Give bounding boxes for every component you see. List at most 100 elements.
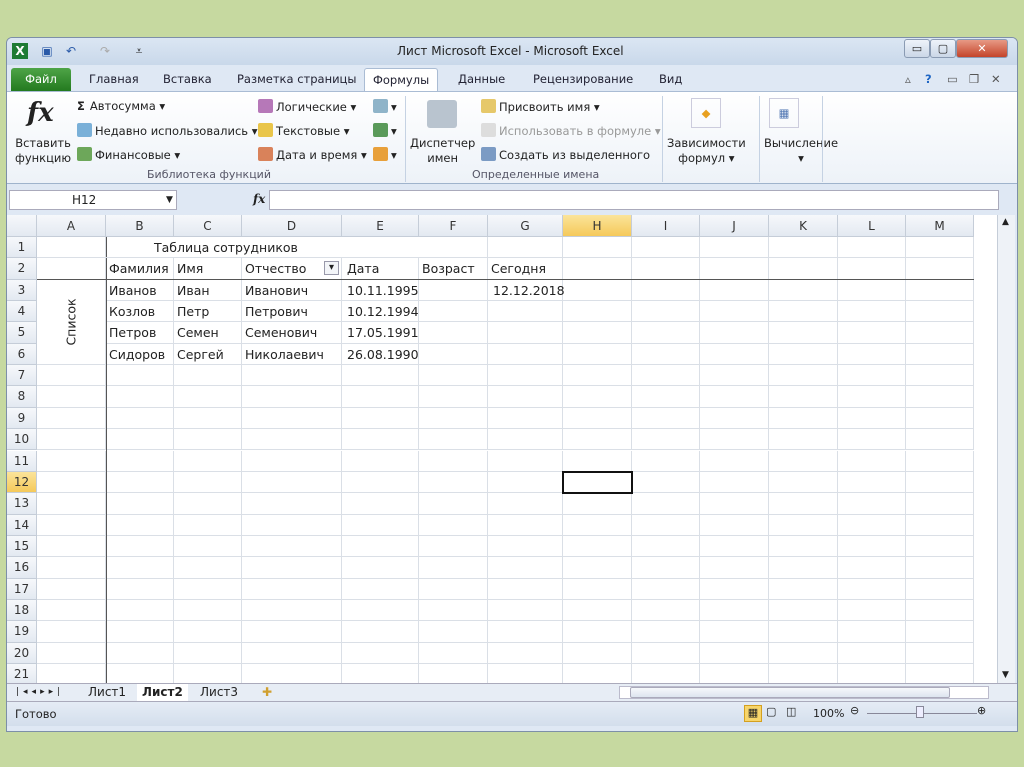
cell-B14[interactable] <box>106 514 174 536</box>
cell-A12[interactable] <box>37 471 106 494</box>
collapse-ribbon-icon[interactable]: ▵ <box>897 68 919 91</box>
cell-J6[interactable] <box>700 343 769 366</box>
cell-I3[interactable] <box>632 279 700 302</box>
cell-L12[interactable] <box>838 471 906 494</box>
cell-L9[interactable] <box>838 407 906 430</box>
cell-I4[interactable] <box>632 301 700 323</box>
row-header-21[interactable]: 21 <box>7 664 37 683</box>
redo-icon[interactable]: ↷ <box>97 43 113 59</box>
cell-L16[interactable] <box>838 557 906 579</box>
column-header-D[interactable]: D <box>242 215 342 237</box>
sheet-tab-3[interactable]: Лист3 <box>195 684 243 701</box>
cell-E17[interactable] <box>342 578 419 600</box>
cell-E12[interactable] <box>342 471 419 494</box>
row-header-11[interactable]: 11 <box>7 450 37 472</box>
column-header-I[interactable]: I <box>632 215 700 237</box>
cell-F1[interactable] <box>419 237 488 259</box>
cell-F15[interactable] <box>419 535 488 558</box>
row-header-4[interactable]: 4 <box>7 301 37 323</box>
insert-function-button[interactable]: Вставить функцию <box>15 136 71 166</box>
cell-H2[interactable] <box>563 258 632 280</box>
cell-D12[interactable] <box>242 471 342 494</box>
cell-J11[interactable] <box>700 450 769 472</box>
column-header-B[interactable]: B <box>106 215 174 237</box>
row-header-3[interactable]: 3 <box>7 279 37 302</box>
cell-G21[interactable] <box>488 664 563 683</box>
logical-button[interactable]: Логические ▾ <box>258 99 356 114</box>
cell-F16[interactable] <box>419 557 488 579</box>
column-header-C[interactable]: C <box>174 215 242 237</box>
tab-page-layout[interactable]: Разметка страницы <box>229 68 364 91</box>
cell-A7[interactable] <box>37 365 106 387</box>
vertical-scrollbar[interactable]: ▲ ▼ <box>997 215 1015 683</box>
cell-J2[interactable] <box>700 258 769 280</box>
cell-I9[interactable] <box>632 407 700 430</box>
cell-G3[interactable]: 12.12.2018 <box>488 279 565 302</box>
page-break-view-icon[interactable]: ◫ <box>786 705 796 718</box>
cell-J21[interactable] <box>700 664 769 683</box>
cell-C12[interactable] <box>174 471 242 494</box>
cell-B3[interactable]: Иванов <box>106 279 174 302</box>
cell-G9[interactable] <box>488 407 563 430</box>
cell-F10[interactable] <box>419 429 488 451</box>
cell-H9[interactable] <box>563 407 632 430</box>
cell-F11[interactable] <box>419 450 488 472</box>
cell-B11[interactable] <box>106 450 174 472</box>
cell-E11[interactable] <box>342 450 419 472</box>
cell-C13[interactable] <box>174 493 242 515</box>
cell-A16[interactable] <box>37 557 106 579</box>
cell-K1[interactable] <box>769 237 838 259</box>
cell-D5[interactable]: Семенович <box>242 322 342 344</box>
recent-button[interactable]: Недавно использовались ▾ <box>77 123 258 138</box>
tab-data[interactable]: Данные <box>450 68 513 91</box>
cell-C10[interactable] <box>174 429 242 451</box>
cell-K15[interactable] <box>769 535 838 558</box>
cell-E15[interactable] <box>342 535 419 558</box>
cell-C19[interactable] <box>174 621 242 643</box>
cell-I15[interactable] <box>632 535 700 558</box>
formula-input[interactable] <box>269 190 999 210</box>
calculation-button[interactable]: Вычисление ▾ <box>764 136 838 166</box>
undo-icon[interactable]: ↶ <box>63 43 79 59</box>
cell-M5[interactable] <box>906 322 974 344</box>
row-header-10[interactable]: 10 <box>7 429 37 451</box>
cell-J5[interactable] <box>700 322 769 344</box>
cell-E1[interactable] <box>342 237 419 259</box>
cell-F12[interactable] <box>419 471 488 494</box>
cell-C8[interactable] <box>174 386 242 408</box>
cell-B12[interactable] <box>106 471 174 494</box>
row-header-18[interactable]: 18 <box>7 599 37 622</box>
cell-G4[interactable] <box>488 301 563 323</box>
cell-M11[interactable] <box>906 450 974 472</box>
cell-G19[interactable] <box>488 621 563 643</box>
cell-I7[interactable] <box>632 365 700 387</box>
cell-G15[interactable] <box>488 535 563 558</box>
cell-L15[interactable] <box>838 535 906 558</box>
tab-file[interactable]: Файл <box>11 68 71 91</box>
column-header-F[interactable]: F <box>419 215 488 237</box>
cell-J7[interactable] <box>700 365 769 387</box>
cell-M12[interactable] <box>906 471 974 494</box>
cell-B19[interactable] <box>106 621 174 643</box>
cell-C16[interactable] <box>174 557 242 579</box>
lookup-button[interactable]: ▾ <box>373 99 397 114</box>
cell-M10[interactable] <box>906 429 974 451</box>
name-box[interactable]: H12 ▼ <box>9 190 177 210</box>
cell-G8[interactable] <box>488 386 563 408</box>
cell-J13[interactable] <box>700 493 769 515</box>
cell-D21[interactable] <box>242 664 342 683</box>
cell-B20[interactable] <box>106 642 174 664</box>
create-from-selection-button[interactable]: Создать из выделенного <box>481 147 650 162</box>
cell-I6[interactable] <box>632 343 700 366</box>
cell-J19[interactable] <box>700 621 769 643</box>
datetime-button[interactable]: Дата и время ▾ <box>258 147 367 162</box>
cell-H20[interactable] <box>563 642 632 664</box>
sheet-nav-icons[interactable]: |◂◂▸▸| <box>11 684 69 701</box>
column-header-A[interactable]: A <box>37 215 106 237</box>
cell-K12[interactable] <box>769 471 838 494</box>
cell-F5[interactable] <box>419 322 488 344</box>
insert-sheet-icon[interactable]: ✚ <box>257 684 277 701</box>
cell-B10[interactable] <box>106 429 174 451</box>
cell-B18[interactable] <box>106 599 174 622</box>
cell-I14[interactable] <box>632 514 700 536</box>
